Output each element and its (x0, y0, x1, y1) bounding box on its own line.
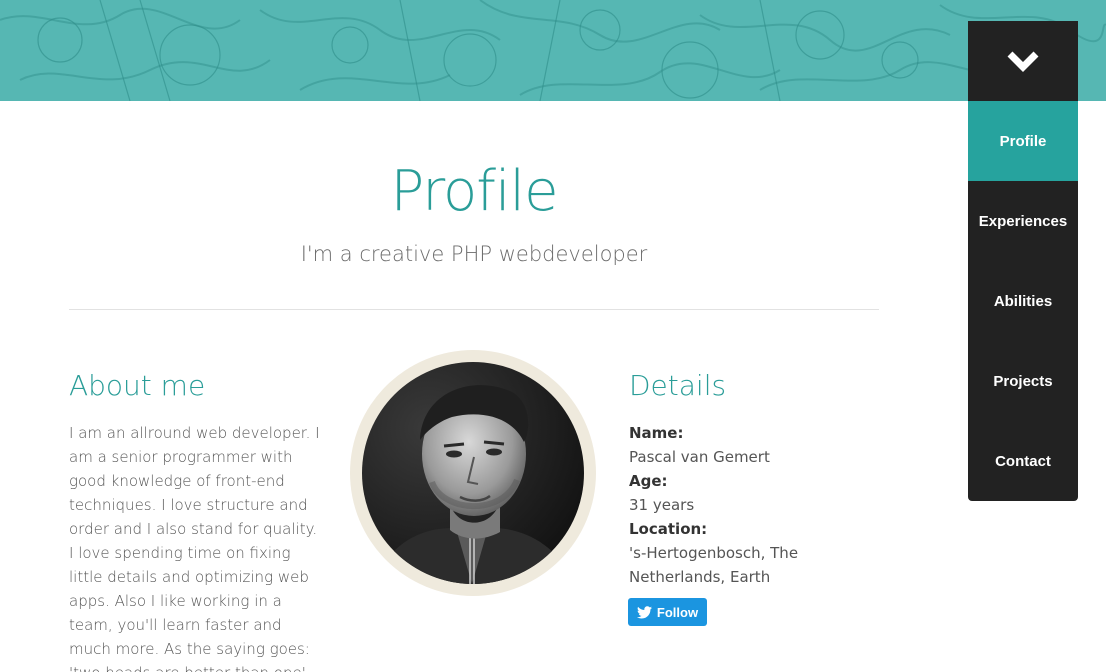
nav-item-label: Contact (995, 452, 1051, 470)
nav-item-experiences[interactable]: Experiences (968, 181, 1078, 261)
about-text: I am an allround web developer. I am a s… (69, 424, 320, 672)
side-navigation: Profile Experiences Abilities Projects C… (968, 21, 1078, 501)
location-label: Location: (629, 520, 708, 538)
name-label: Name: (629, 424, 684, 442)
follow-label: Follow (656, 604, 699, 620)
nav-item-label: Experiences (978, 212, 1068, 230)
location-value: 's-Hertogenbosch, The Netherlands, Earth (629, 544, 799, 586)
chevron-down-icon (1007, 51, 1039, 72)
avatar (350, 350, 596, 596)
nav-item-profile[interactable]: Profile (968, 101, 1078, 181)
age-value: 31 years (629, 496, 695, 514)
nav-item-label: Abilities (993, 292, 1053, 310)
twitter-bird-icon (636, 605, 652, 618)
details-heading: Details (629, 369, 727, 402)
page-title: Profile (390, 159, 558, 224)
nav-item-abilities[interactable]: Abilities (968, 261, 1078, 341)
profile-page: Profile I'm a creative PHP webdeveloper … (0, 0, 1106, 672)
about-heading: About me (69, 369, 206, 402)
header-banner (0, 0, 1106, 101)
nav-toggle-button[interactable] (968, 21, 1078, 101)
nav-item-projects[interactable]: Projects (968, 341, 1078, 421)
section-divider (69, 309, 879, 310)
twitter-follow-button[interactable]: Follow (628, 598, 707, 626)
profile-photo (362, 362, 584, 584)
nav-item-label: Profile (999, 132, 1047, 150)
page-subtitle: I'm a creative PHP webdeveloper (300, 242, 648, 266)
age-label: Age: (629, 472, 668, 490)
nav-item-contact[interactable]: Contact (968, 421, 1078, 501)
nav-item-label: Projects (993, 372, 1053, 390)
details-list: Name: Pascal van Gemert Age: 31 years Lo… (629, 421, 889, 589)
name-value: Pascal van Gemert (629, 448, 770, 466)
banner-pattern (0, 0, 1106, 101)
